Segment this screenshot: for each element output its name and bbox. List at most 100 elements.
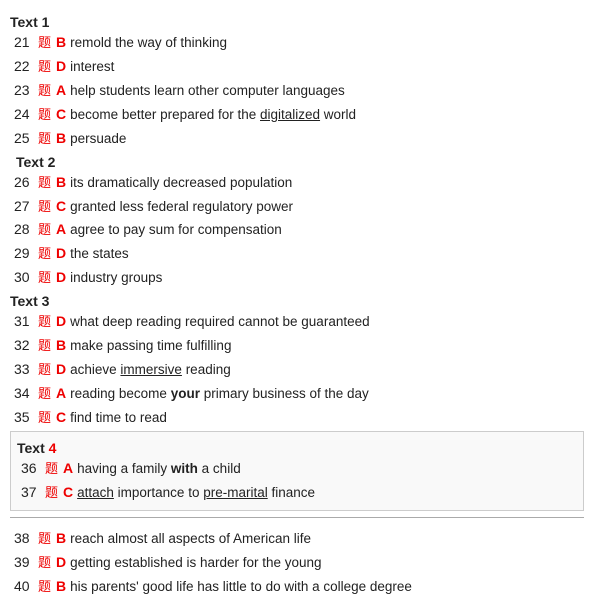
item-text: having a family with a child: [77, 459, 241, 480]
item-ti: 题: [38, 336, 54, 356]
item-ti: 题: [38, 220, 54, 240]
item-row-38: 38 题 B reach almost all aspects of Ameri…: [10, 528, 584, 550]
section-header-text1: Text 1: [10, 14, 584, 30]
item-text: the states: [70, 244, 129, 265]
item-num: 37: [21, 482, 45, 504]
item-text: what deep reading required cannot be gua…: [70, 312, 369, 333]
item-ti: 题: [38, 553, 54, 573]
item-letter: D: [56, 243, 66, 265]
item-row-28: 28 题 A agree to pay sum for compensation: [10, 219, 584, 241]
item-num: 33: [14, 359, 38, 381]
section-text1: Text 1 21 题 B remold the way of thinking…: [10, 14, 584, 150]
item-ti: 题: [38, 33, 54, 53]
item-ti: 题: [38, 81, 54, 101]
item-letter: C: [56, 196, 66, 218]
item-row-37: 37 题 C attach importance to pre-marital …: [17, 482, 577, 504]
item-ti: 题: [45, 483, 61, 503]
item-ti: 题: [45, 459, 61, 479]
item-row-23: 23 题 A help students learn other compute…: [10, 80, 584, 102]
item-row-26: 26 题 B its dramatically decreased popula…: [10, 172, 584, 194]
item-text: become better prepared for the digitaliz…: [70, 105, 356, 126]
item-ti: 题: [38, 197, 54, 217]
item-num: 23: [14, 80, 38, 102]
item-row-36: 36 题 A having a family with a child: [17, 458, 577, 480]
section-text3: Text 3 31 题 D what deep reading required…: [10, 293, 584, 429]
item-ti: 题: [38, 529, 54, 549]
item-row-27: 27 题 C granted less federal regulatory p…: [10, 196, 584, 218]
item-text: industry groups: [70, 268, 162, 289]
item-text: persuade: [70, 129, 126, 150]
item-row-32: 32 题 B make passing time fulfilling: [10, 335, 584, 357]
item-num: 35: [14, 407, 38, 429]
item-num: 21: [14, 32, 38, 54]
item-ti: 题: [38, 360, 54, 380]
item-num: 27: [14, 196, 38, 218]
item-text: getting established is harder for the yo…: [70, 553, 321, 574]
item-text: attach importance to pre-marital finance: [77, 483, 315, 504]
item-row-31: 31 题 D what deep reading required cannot…: [10, 311, 584, 333]
item-letter: D: [56, 552, 66, 574]
item-letter: A: [56, 219, 66, 241]
item-row-34: 34 题 A reading become your primary busin…: [10, 383, 584, 405]
section-header-text2: Text 2: [10, 154, 584, 170]
item-letter: D: [56, 311, 66, 333]
section-header-text4: Text 4: [17, 440, 577, 456]
item-num: 29: [14, 243, 38, 265]
item-row-35: 35 题 C find time to read: [10, 407, 584, 429]
item-text: reach almost all aspects of American lif…: [70, 529, 311, 550]
item-letter: C: [56, 407, 66, 429]
item-letter: B: [56, 576, 66, 598]
section-text2: Text 2 26 题 B its dramatically decreased…: [10, 154, 584, 290]
item-ti: 题: [38, 312, 54, 332]
item-ti: 题: [38, 129, 54, 149]
item-ti: 题: [38, 408, 54, 428]
item-letter: B: [56, 128, 66, 150]
item-row-22: 22 题 D interest: [10, 56, 584, 78]
item-row-33: 33 题 D achieve immersive reading: [10, 359, 584, 381]
item-letter: D: [56, 359, 66, 381]
item-letter: A: [63, 458, 73, 480]
item-row-24: 24 题 C become better prepared for the di…: [10, 104, 584, 126]
item-letter: C: [56, 104, 66, 126]
item-letter: A: [56, 80, 66, 102]
item-ti: 题: [38, 57, 54, 77]
item-text: its dramatically decreased population: [70, 173, 292, 194]
item-num: 34: [14, 383, 38, 405]
item-ti: 题: [38, 105, 54, 125]
item-row-21: 21 题 B remold the way of thinking: [10, 32, 584, 54]
section-text4: Text 4 36 题 A having a family with a chi…: [10, 431, 584, 511]
item-row-30: 30 题 D industry groups: [10, 267, 584, 289]
item-ti: 题: [38, 173, 54, 193]
item-num: 32: [14, 335, 38, 357]
item-num: 30: [14, 267, 38, 289]
item-letter: B: [56, 32, 66, 54]
item-letter: B: [56, 528, 66, 550]
item-letter: D: [56, 56, 66, 78]
item-letter: B: [56, 172, 66, 194]
item-text: find time to read: [70, 408, 167, 429]
item-num: 25: [14, 128, 38, 150]
item-ti: 题: [38, 577, 54, 597]
item-text: his parents' good life has little to do …: [70, 577, 412, 598]
section-header-text3: Text 3: [10, 293, 584, 309]
item-num: 36: [21, 458, 45, 480]
item-text: remold the way of thinking: [70, 33, 227, 54]
item-num: 22: [14, 56, 38, 78]
item-letter: A: [56, 383, 66, 405]
item-row-40: 40 题 B his parents' good life has little…: [10, 576, 584, 598]
item-num: 38: [14, 528, 38, 550]
item-row-25: 25 题 B persuade: [10, 128, 584, 150]
item-text: help students learn other computer langu…: [70, 81, 345, 102]
item-text: make passing time fulfilling: [70, 336, 231, 357]
item-num: 39: [14, 552, 38, 574]
item-row-29: 29 题 D the states: [10, 243, 584, 265]
item-text: achieve immersive reading: [70, 360, 231, 381]
item-letter: C: [63, 482, 73, 504]
item-num: 40: [14, 576, 38, 598]
item-text: granted less federal regulatory power: [70, 197, 293, 218]
item-row-39: 39 题 D getting established is harder for…: [10, 552, 584, 574]
item-num: 28: [14, 219, 38, 241]
item-text: reading become your primary business of …: [70, 384, 369, 405]
item-num: 26: [14, 172, 38, 194]
item-ti: 题: [38, 268, 54, 288]
